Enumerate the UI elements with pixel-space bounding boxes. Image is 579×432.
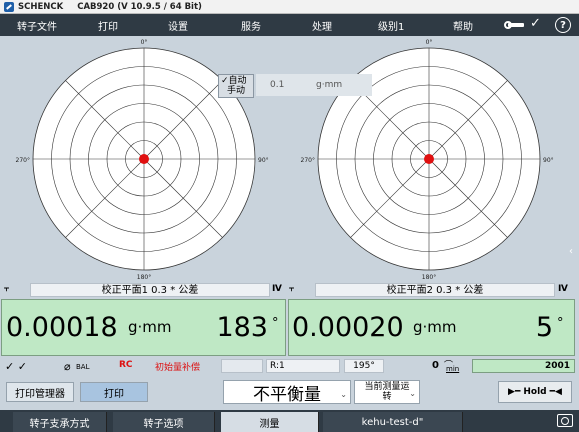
plane1-degree: °: [272, 316, 279, 331]
plane2-label-0: 0°: [426, 39, 433, 46]
plane1-label: 校正平面1 0.3 * 公差: [30, 283, 270, 297]
plane2-degree: °: [557, 316, 564, 331]
chevron-down-icon: ⌄: [340, 390, 347, 399]
hold-label: Hold: [523, 387, 547, 397]
tolerance-unit: g·mm: [316, 80, 343, 90]
menu-bar: 转子文件 打印 设置 服务 处理 级别1 帮助 ✓ ?: [0, 14, 579, 36]
plane1-unit: g·mm: [128, 318, 172, 336]
bal-icon: ⌀: [64, 360, 71, 373]
plane2-label: 校正平面2 0.3 * 公差: [315, 283, 555, 297]
menu-print[interactable]: 打印: [98, 18, 118, 33]
plane2-angle: 5: [535, 312, 553, 343]
tab-rotor-name[interactable]: kehu-test-d": [323, 412, 463, 432]
plane1-label-90: 90°: [258, 157, 269, 164]
plane2-result: 0.00020 g·mm 5 °: [288, 299, 575, 356]
speed-zero: 0: [432, 360, 439, 371]
angle-field: 195°: [344, 359, 384, 373]
plane-label-row: ⫟ 校正平面1 0.3 * 公差 Ⅳ ⫟ 校正平面2 0.3 * 公差 Ⅳ: [0, 282, 579, 298]
plane1-unbalance-marker: [139, 154, 149, 164]
app-logo-icon: [4, 1, 14, 12]
plane1-value: 0.00018: [6, 312, 118, 343]
menu-settings[interactable]: 设置: [168, 18, 188, 33]
side-collapse-icon[interactable]: ‹: [569, 246, 573, 257]
chevron-down-icon: ⌄: [409, 389, 416, 398]
rc-indicator: RC: [119, 360, 133, 370]
tab-bar: 转子支承方式 转子选项 测量 kehu-test-d": [0, 410, 579, 432]
tab-rotor-support[interactable]: 转子支承方式: [13, 412, 107, 432]
plane2-unbalance-marker: [424, 154, 434, 164]
blank-field: [221, 359, 263, 373]
plane2-unit: g·mm: [413, 318, 457, 336]
plane1-label-0: 0°: [141, 39, 148, 46]
tab-rotor-options[interactable]: 转子选项: [113, 412, 215, 432]
polar-plots: 0° 90° 180° 270° 0° 90° 180° 270°: [16, 39, 554, 281]
tab-measurement[interactable]: 测量: [221, 412, 319, 432]
plane2-label-90: 90°: [543, 157, 554, 164]
plane1-result: 0.00018 g·mm 183 °: [1, 299, 286, 356]
plane2-left-icon[interactable]: ⫟: [289, 284, 294, 294]
auto-check-icon: ✓: [221, 76, 229, 86]
arrow-right-icon: ▶━: [508, 387, 521, 397]
button-row: 打印管理器 打印 不平衡量 ⌄ 当前测量运 转 ⌄ ▶━ Hold ━◀: [0, 378, 579, 408]
menu-level[interactable]: 级别1: [378, 18, 404, 33]
window-title: CAB920 (V 10.9.5 / 64 Bit): [77, 1, 202, 12]
arrow-left-icon: ━◀: [549, 387, 562, 397]
unbalance-select-value: 不平衡量: [253, 384, 321, 405]
camera-icon[interactable]: [557, 414, 573, 427]
initial-compensation-label[interactable]: 初始量补偿: [155, 360, 200, 373]
print-manager-button[interactable]: 打印管理器: [6, 382, 74, 402]
polar-plot-area: 0° 90° 180° 270° 0° 90° 180° 270° ✓自动 手动 0.1 g…: [0, 36, 579, 282]
check-icon[interactable]: ✓: [530, 16, 541, 31]
tolerance-value: 0.1: [270, 80, 285, 90]
run-count: 2001: [472, 359, 575, 373]
auto-label: 自动: [228, 76, 247, 86]
tolerance-field[interactable]: 0.1 g·mm: [256, 74, 372, 96]
help-button[interactable]: ?: [555, 17, 571, 33]
speed-unit: min: [446, 365, 460, 373]
plane1-label-180: 180°: [137, 274, 151, 281]
status-row: ✓ ✓ ⌀ BAL RC 初始量补偿 R:1 195° 0 ⌒ min 2001: [0, 358, 579, 374]
plane1-label-270: 270°: [16, 157, 30, 164]
bal-label: BAL: [76, 363, 90, 371]
unbalance-select[interactable]: 不平衡量 ⌄: [223, 380, 351, 405]
r-field: R:1: [266, 359, 340, 373]
plane1-left-icon[interactable]: ⫟: [4, 284, 9, 294]
hold-button[interactable]: ▶━ Hold ━◀: [498, 381, 572, 403]
plane1-angle: 183: [216, 312, 268, 343]
menu-help[interactable]: 帮助: [453, 18, 473, 33]
plane2-value: 0.00020: [292, 312, 404, 343]
menu-service[interactable]: 服务: [241, 18, 261, 33]
print-button[interactable]: 打印: [80, 382, 148, 402]
menu-rotor-file[interactable]: 转子文件: [17, 18, 57, 33]
brand-name: SCHENCK: [18, 1, 64, 12]
manual-label: 手动: [227, 86, 246, 96]
wrench-icon[interactable]: [504, 21, 526, 29]
current-run-select[interactable]: 当前测量运 转 ⌄: [354, 380, 420, 404]
plane1-flip-icon[interactable]: Ⅳ: [272, 284, 282, 294]
plane2-label-180: 180°: [422, 274, 436, 281]
window-titlebar: SCHENCK CAB920 (V 10.9.5 / 64 Bit): [0, 0, 579, 14]
plane2-flip-icon[interactable]: Ⅳ: [558, 284, 568, 294]
auto-manual-toggle[interactable]: ✓自动 手动: [218, 74, 254, 98]
plane2-label-270: 270°: [301, 157, 315, 164]
menu-process[interactable]: 处理: [312, 18, 332, 33]
status-checks: ✓ ✓: [5, 360, 27, 373]
